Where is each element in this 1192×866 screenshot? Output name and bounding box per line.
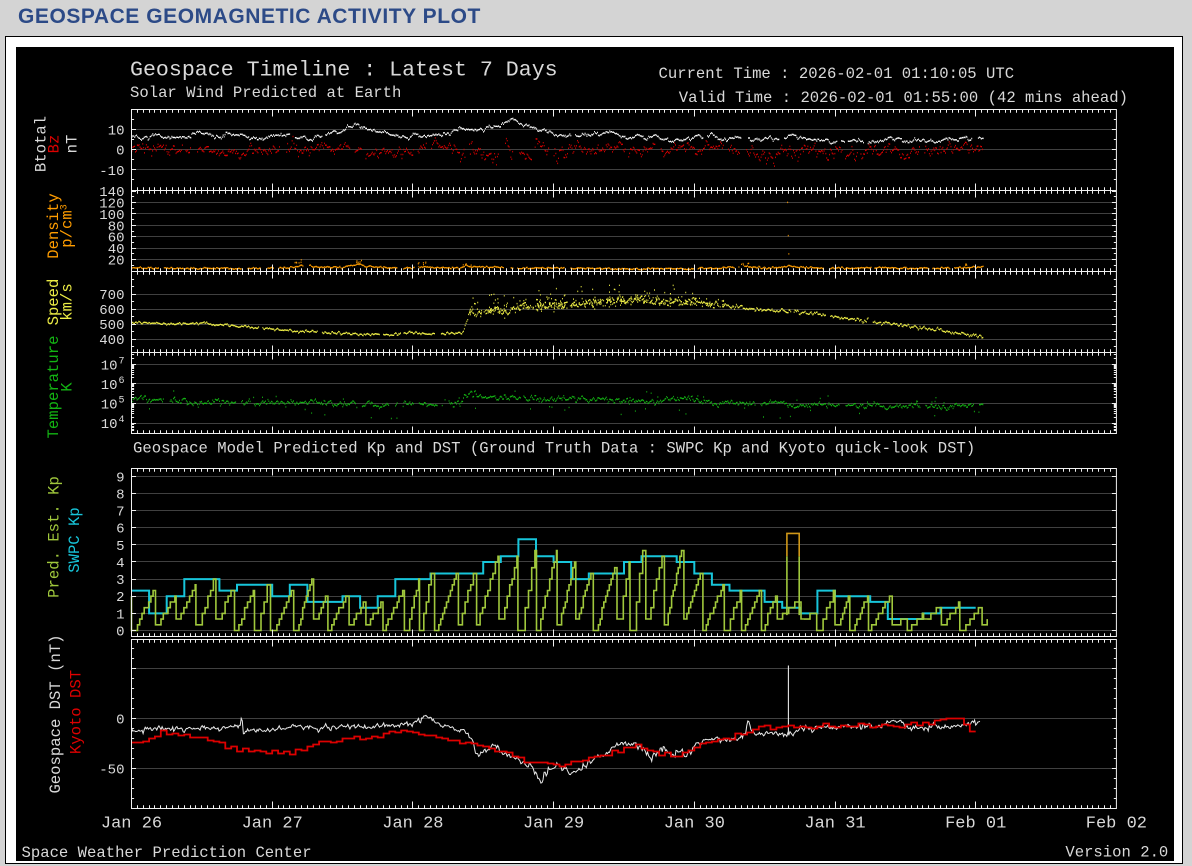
svg-text:5: 5: [119, 396, 125, 407]
svg-text:6: 6: [116, 522, 124, 538]
svg-text:-50: -50: [99, 763, 124, 779]
svg-text:Solar Wind Predicted at Earth: Solar Wind Predicted at Earth: [130, 84, 401, 102]
svg-text:Geospace Model Predicted Kp an: Geospace Model Predicted Kp and DST (Gro…: [133, 440, 975, 458]
svg-text:0: 0: [116, 144, 124, 160]
svg-text:Pred. Est. Kp: Pred. Est. Kp: [46, 476, 64, 598]
svg-text:8: 8: [116, 487, 124, 503]
svg-text:K: K: [59, 382, 77, 392]
svg-text:500: 500: [99, 318, 124, 334]
svg-text:p/cm3: p/cm3: [59, 204, 77, 247]
svg-text:Version 2.0: Version 2.0: [1065, 844, 1168, 862]
svg-text:Jan 26: Jan 26: [101, 815, 162, 834]
svg-text:7: 7: [116, 505, 124, 521]
svg-text:Jan 31: Jan 31: [804, 815, 865, 834]
svg-text:4: 4: [119, 415, 125, 426]
svg-text:3: 3: [116, 573, 124, 589]
svg-text:0: 0: [116, 713, 124, 729]
svg-text:9: 9: [116, 470, 124, 486]
svg-text:Bz: Bz: [46, 135, 64, 154]
svg-text:140: 140: [99, 185, 124, 201]
svg-text:700: 700: [99, 288, 124, 304]
svg-text:600: 600: [99, 303, 124, 319]
svg-text:Space Weather Prediction Cente: Space Weather Prediction Center: [22, 844, 312, 861]
svg-text:Current Time : 2026-02-01 01:1: Current Time : 2026-02-01 01:10:05 UTC: [659, 65, 1015, 83]
svg-text:10: 10: [108, 123, 125, 139]
svg-text:7: 7: [119, 356, 125, 367]
svg-text:10: 10: [101, 417, 118, 433]
svg-text:0: 0: [116, 625, 124, 641]
svg-text:Feb 01: Feb 01: [945, 815, 1006, 834]
svg-text:5: 5: [116, 539, 124, 555]
svg-text:Jan 27: Jan 27: [242, 815, 303, 834]
svg-text:Jan 30: Jan 30: [664, 815, 725, 834]
svg-text:2: 2: [116, 590, 124, 606]
svg-text:10: 10: [101, 398, 118, 414]
svg-text:10: 10: [101, 358, 118, 374]
svg-text:4: 4: [116, 556, 124, 572]
svg-text:Valid Time : 2026-02-01 01:55:: Valid Time : 2026-02-01 01:55:00 (42 min…: [679, 89, 1128, 107]
svg-text:10: 10: [101, 378, 118, 394]
svg-text:SWPC Kp: SWPC Kp: [66, 507, 84, 573]
svg-text:Geospace Timeline : Latest 7 D: Geospace Timeline : Latest 7 Days: [130, 59, 558, 83]
svg-text:km/s: km/s: [59, 283, 77, 320]
svg-text:400: 400: [99, 333, 124, 349]
svg-text:6: 6: [119, 376, 125, 387]
svg-text:Kyoto DST: Kyoto DST: [68, 670, 86, 754]
svg-text:Jan 28: Jan 28: [382, 815, 443, 834]
svg-text:Jan 29: Jan 29: [523, 815, 584, 834]
svg-text:Feb 02: Feb 02: [1086, 815, 1147, 834]
svg-text:-10: -10: [99, 164, 124, 180]
svg-text:1: 1: [116, 607, 124, 623]
svg-text:Geospace DST (nT): Geospace DST (nT): [47, 634, 65, 793]
svg-text:nT: nT: [64, 135, 82, 154]
